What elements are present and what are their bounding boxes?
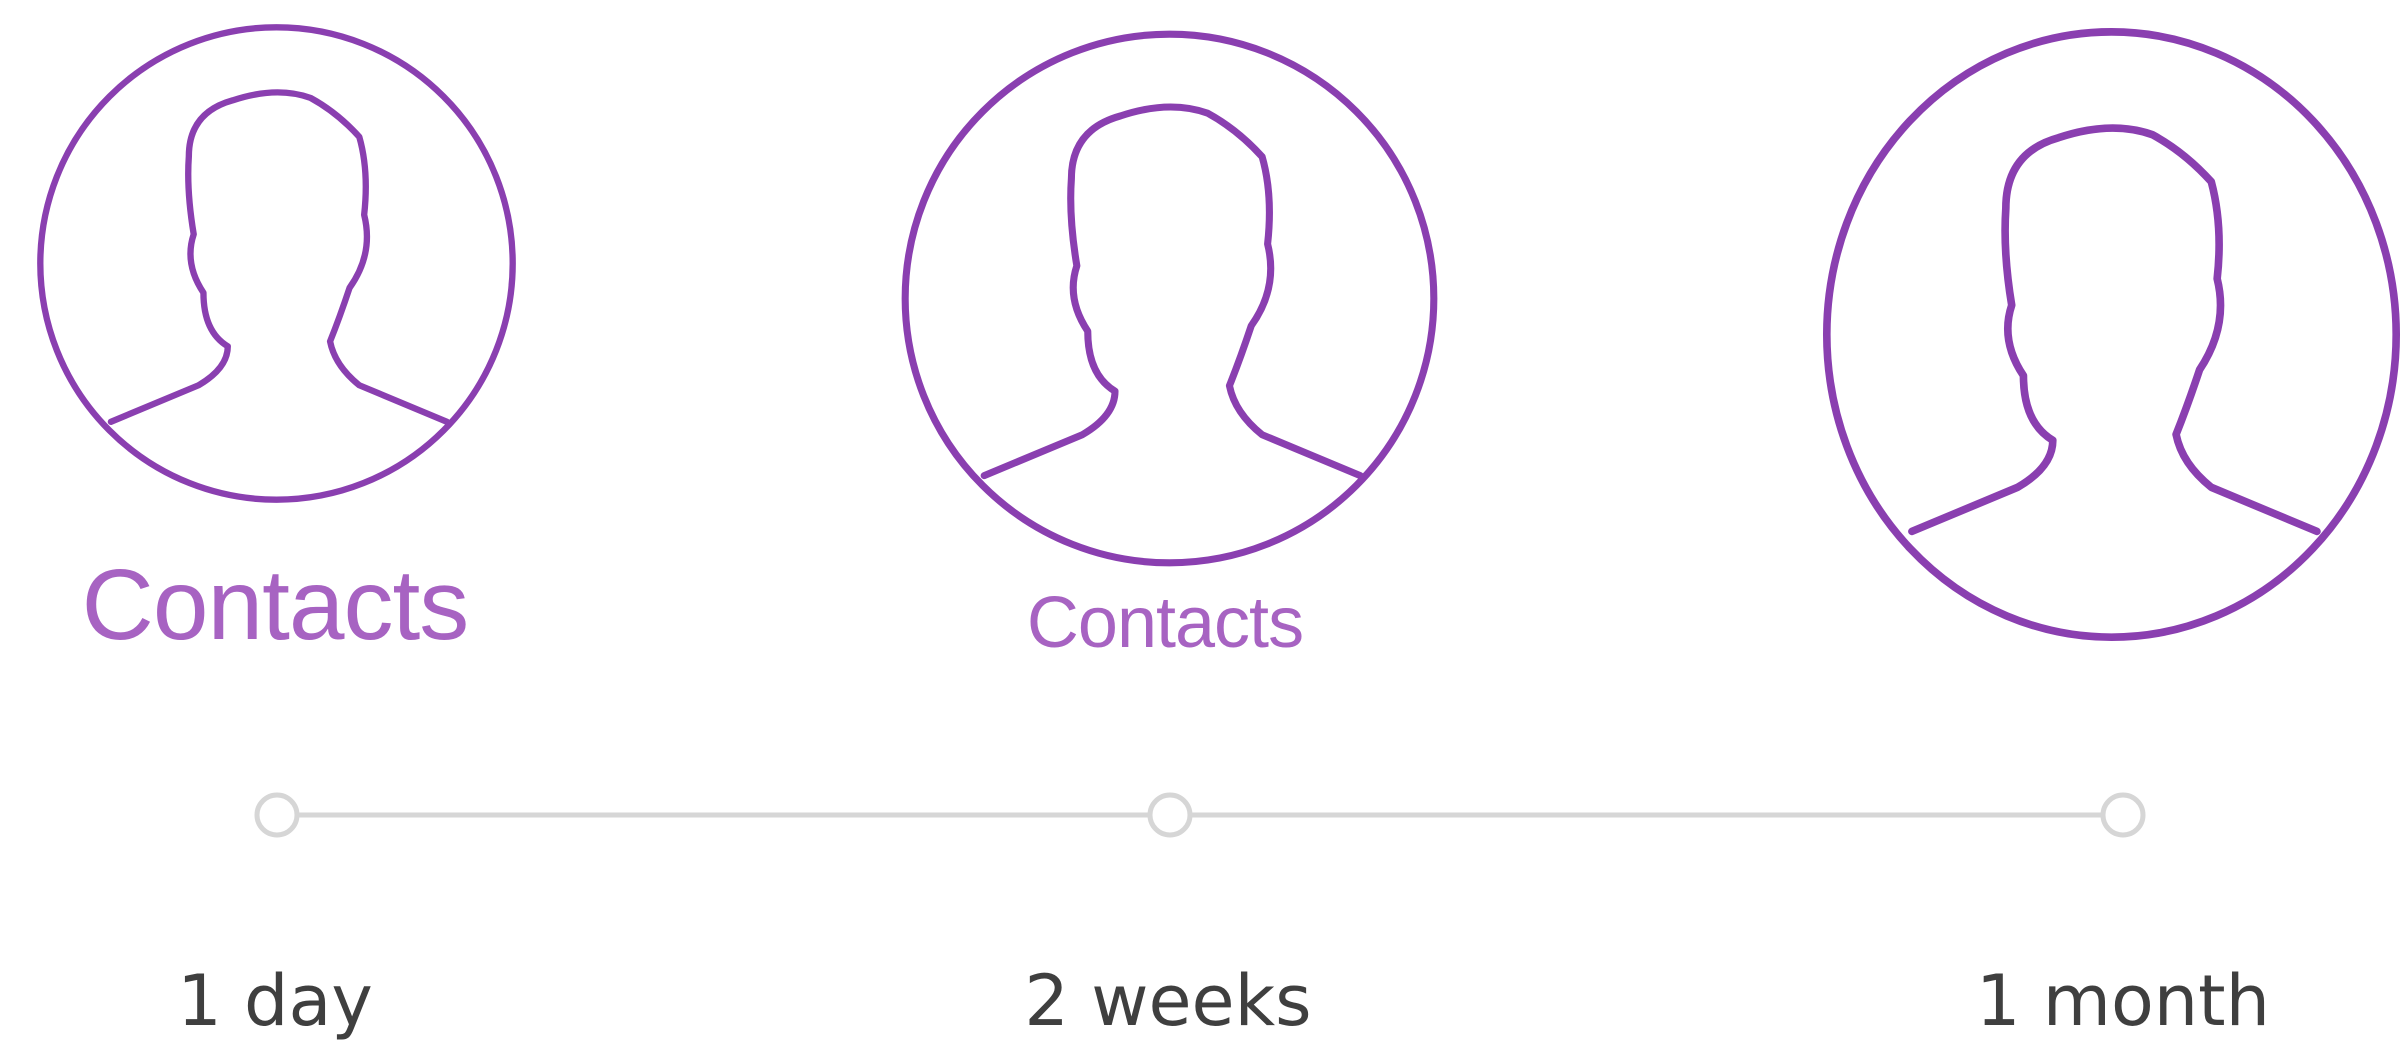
avatar-2-caption: Contacts xyxy=(1026,583,1304,663)
timeline-node-1[interactable] xyxy=(254,792,300,838)
person-icon xyxy=(901,30,1438,567)
contacts-timeline-diagram: Contacts Contacts 1 day 2 weeks 1 month xyxy=(0,0,2403,1049)
avatar-1-caption: Contacts xyxy=(81,549,470,661)
timeline-node-3[interactable] xyxy=(2100,792,2146,838)
avatar-2-person-icon xyxy=(897,26,1442,571)
timeline xyxy=(0,760,2403,870)
person-icon xyxy=(37,24,516,503)
timeline-label-3: 1 month xyxy=(1976,960,2270,1042)
avatar-3-person-icon xyxy=(1818,26,2403,646)
person-icon xyxy=(1822,28,2401,642)
timeline-node-2[interactable] xyxy=(1147,792,1193,838)
timeline-label-2: 2 weeks xyxy=(1024,960,1312,1042)
timeline-label-1: 1 day xyxy=(177,960,373,1042)
avatar-1-person-icon xyxy=(33,20,520,507)
